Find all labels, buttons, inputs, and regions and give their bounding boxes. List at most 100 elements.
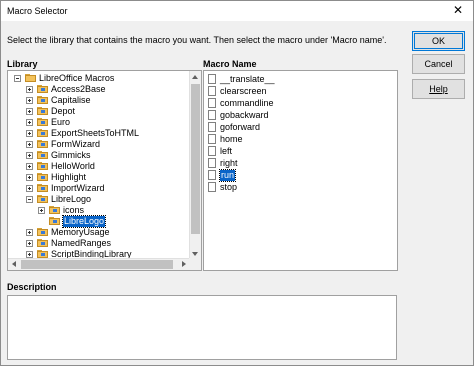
macro-item[interactable]: goforward (208, 122, 388, 133)
scroll-left-arrow-icon[interactable] (12, 261, 16, 267)
scroll-right-arrow-icon[interactable] (182, 261, 186, 267)
macro-document-icon (208, 86, 216, 96)
expand-icon[interactable] (26, 163, 33, 170)
macro-item-label: run (218, 169, 237, 182)
expand-icon[interactable] (26, 174, 33, 181)
folder-icon (37, 173, 48, 181)
library-item[interactable]: HelloWorld (8, 161, 190, 172)
expand-icon[interactable] (26, 97, 33, 104)
folder-icon (37, 85, 48, 93)
cancel-button-label: Cancel (424, 59, 453, 69)
close-icon[interactable]: ✕ (453, 3, 463, 17)
library-item-label: icons (63, 205, 85, 215)
macro-item[interactable]: left (208, 146, 388, 157)
folder-icon (37, 250, 48, 258)
macro-document-icon (208, 98, 216, 108)
library-item-label: ExportSheetsToHTML (51, 128, 140, 138)
library-item[interactable]: Gimmicks (8, 150, 190, 161)
library-item[interactable]: MemoryUsage (8, 227, 190, 238)
expand-icon[interactable] (26, 152, 33, 159)
ok-button[interactable]: OK (412, 31, 465, 51)
macro-item-label: clearscreen (220, 86, 267, 96)
collapse-icon[interactable] (14, 75, 21, 82)
library-hscroll-thumb[interactable] (21, 260, 173, 269)
folder-icon (37, 195, 48, 203)
macro-document-icon (208, 182, 216, 192)
library-item[interactable]: Euro (8, 117, 190, 128)
macro-item-label: right (220, 158, 238, 168)
library-item-label: Euro (51, 117, 71, 127)
folder-icon (37, 140, 48, 148)
folder-icon (37, 107, 48, 115)
expand-icon[interactable] (26, 251, 33, 258)
library-item-label: MemoryUsage (51, 227, 110, 237)
macro-item[interactable]: __translate__ (208, 74, 388, 85)
library-item-label: HelloWorld (51, 161, 95, 171)
library-item[interactable]: Highlight (8, 172, 190, 183)
macro-item-label: goforward (220, 122, 261, 132)
library-item-label: Access2Base (51, 84, 106, 94)
macro-selector-dialog: Macro Selector ✕ Select the library that… (0, 0, 474, 366)
library-vertical-scrollbar[interactable] (189, 71, 201, 260)
macro-item-label: __translate__ (220, 74, 275, 84)
macro-item[interactable]: gobackward (208, 110, 388, 121)
library-vscroll-thumb[interactable] (191, 84, 200, 234)
folder-icon (37, 228, 48, 236)
macro-item[interactable]: right (208, 158, 388, 169)
library-item[interactable]: NamedRanges (8, 238, 190, 249)
library-item-label: LibreLogo (51, 194, 92, 204)
macro-name-list[interactable]: __translate__ clearscreen commandline gobac… (203, 70, 398, 271)
library-item-label: Highlight (51, 172, 87, 182)
expand-icon[interactable] (26, 229, 33, 236)
library-item[interactable]: ExportSheetsToHTML (8, 128, 190, 139)
expand-icon[interactable] (26, 130, 33, 137)
library-item[interactable]: Capitalise (8, 95, 190, 106)
folder-icon (37, 184, 48, 192)
description-field[interactable] (7, 295, 397, 360)
macro-document-icon (208, 146, 216, 156)
library-item[interactable]: FormWizard (8, 139, 190, 150)
library-item[interactable]: Access2Base (8, 84, 190, 95)
scrollbar-corner (189, 258, 201, 270)
expand-icon[interactable] (38, 207, 45, 214)
instruction-text: Select the library that contains the mac… (7, 35, 387, 45)
title-bar: Macro Selector ✕ (1, 1, 473, 21)
folder-icon (37, 162, 48, 170)
macro-item[interactable]: clearscreen (208, 86, 388, 97)
folder-icon (37, 239, 48, 247)
library-item[interactable]: ImportWizard (8, 183, 190, 194)
library-item[interactable]: LibreLogo (8, 215, 190, 228)
library-item[interactable]: LibreOffice Macros (8, 73, 190, 84)
macro-item[interactable]: commandline (208, 98, 388, 109)
library-item-label: Gimmicks (51, 150, 91, 160)
macro-document-icon (208, 122, 216, 132)
expand-icon[interactable] (26, 86, 33, 93)
cancel-button[interactable]: Cancel (412, 54, 465, 74)
expand-icon[interactable] (26, 119, 33, 126)
macro-item[interactable]: stop (208, 182, 388, 193)
library-tree[interactable]: LibreOffice Macros Access2Base Capitalise D… (7, 70, 202, 271)
library-item-label: ImportWizard (51, 183, 105, 193)
library-item[interactable]: LibreLogo (8, 194, 190, 205)
expand-icon[interactable] (26, 240, 33, 247)
window-title: Macro Selector (7, 6, 68, 16)
expand-icon[interactable] (26, 185, 33, 192)
collapse-icon[interactable] (26, 196, 33, 203)
library-item[interactable]: icons (8, 205, 190, 216)
scroll-up-arrow-icon[interactable] (192, 75, 198, 79)
library-item[interactable]: Depot (8, 106, 190, 117)
library-item-label: NamedRanges (51, 238, 112, 248)
library-horizontal-scrollbar[interactable] (8, 258, 190, 270)
macro-item-label: stop (220, 182, 238, 192)
description-label: Description (7, 282, 57, 292)
scroll-down-arrow-icon[interactable] (192, 252, 198, 256)
macro-item[interactable]: home (208, 134, 388, 145)
library-item-label: Depot (51, 106, 76, 116)
expand-icon[interactable] (26, 108, 33, 115)
expand-icon[interactable] (26, 141, 33, 148)
library-label: Library (7, 59, 38, 69)
macro-document-icon (208, 170, 216, 180)
help-button[interactable]: Help (412, 79, 465, 99)
macro-item[interactable]: run (208, 169, 388, 182)
macro-document-icon (208, 134, 216, 144)
